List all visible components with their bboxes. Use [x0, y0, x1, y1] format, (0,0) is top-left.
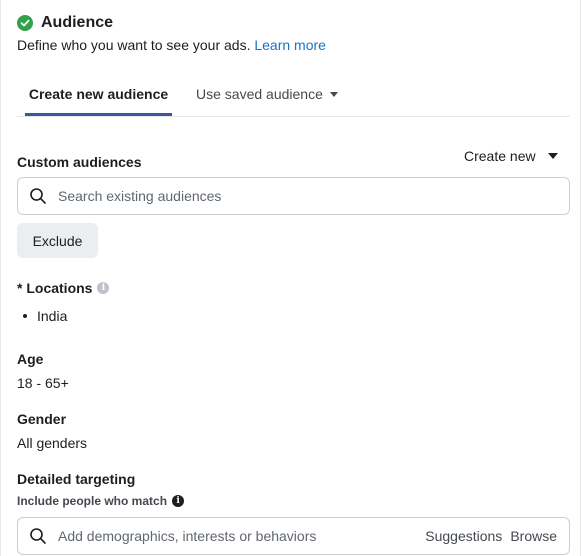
- audience-tabs: Create new audience Use saved audience: [17, 72, 570, 117]
- age-value: 18 - 65+: [17, 375, 69, 391]
- caret-down-icon: [329, 91, 338, 97]
- custom-audience-search-input[interactable]: Search existing audiences: [17, 177, 570, 215]
- exclude-label: Exclude: [32, 232, 83, 249]
- suggestions-link[interactable]: Suggestions: [425, 528, 502, 544]
- include-people-heading: Include people who match i: [17, 494, 185, 508]
- gender-value: All genders: [17, 435, 88, 451]
- location-name: India: [37, 308, 68, 324]
- search-placeholder: Search existing audiences: [58, 188, 222, 204]
- check-circle-icon: [17, 15, 33, 31]
- caret-down-icon: [547, 153, 558, 159]
- create-new-label: Create new: [464, 148, 536, 164]
- learn-more-link[interactable]: Learn more: [254, 37, 326, 53]
- audience-header: Audience: [17, 14, 113, 32]
- search-icon: [30, 188, 46, 204]
- gender-label: Gender: [17, 411, 67, 427]
- tab-label: Create new audience: [28, 85, 169, 102]
- age-label: Age: [17, 351, 44, 367]
- detailed-targeting-search-input[interactable]: Add demographics, interests or behaviors…: [17, 517, 570, 555]
- info-icon[interactable]: i: [172, 495, 185, 507]
- search-icon: [30, 528, 46, 544]
- custom-audiences-label: Custom audiences: [17, 154, 142, 170]
- subtitle-text: Define who you want to see your ads.: [17, 37, 251, 53]
- tab-create-new-audience[interactable]: Create new audience: [25, 72, 172, 116]
- include-people-label: Include people who match: [17, 494, 168, 508]
- detailed-targeting-label: Detailed targeting: [17, 471, 136, 487]
- tab-label: Use saved audience: [196, 86, 323, 102]
- locations-heading: * Locations i: [17, 280, 110, 296]
- targeting-links: Suggestions Browse: [425, 528, 557, 544]
- location-item: India: [23, 308, 67, 324]
- section-subtitle: Define who you want to see your ads. Lea…: [17, 37, 326, 53]
- tab-use-saved-audience[interactable]: Use saved audience: [196, 72, 338, 116]
- exclude-button[interactable]: Exclude: [17, 223, 98, 258]
- create-new-dropdown[interactable]: Create new: [464, 148, 558, 164]
- audience-panel: Audience Define who you want to see your…: [0, 0, 581, 556]
- browse-link[interactable]: Browse: [510, 528, 557, 544]
- search-placeholder: Add demographics, interests or behaviors: [58, 528, 317, 544]
- info-icon[interactable]: i: [97, 282, 110, 294]
- section-title: Audience: [41, 14, 114, 31]
- bullet-icon: [23, 314, 27, 318]
- locations-label: * Locations: [17, 280, 93, 296]
